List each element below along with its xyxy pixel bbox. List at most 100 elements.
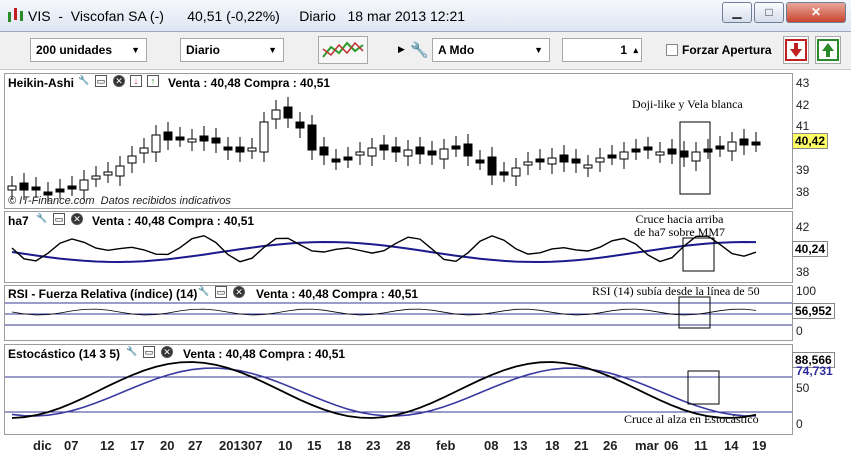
time-axis-label: 27: [188, 438, 203, 453]
time-axis-label: mar: [635, 438, 659, 453]
heikin-ashi-title: Heikin-Ashi: [8, 76, 75, 90]
candle-body: [103, 171, 113, 176]
time-axis-label: 10: [278, 438, 293, 453]
candle-body: [595, 157, 605, 163]
candle-body: [715, 145, 725, 150]
time-axis-label: 26: [603, 438, 618, 453]
candle-body: [235, 146, 245, 153]
candle-body: [547, 157, 557, 165]
candle-body: [751, 141, 761, 146]
time-axis-label: 2013: [219, 438, 248, 453]
heikin-last-price: 40,42: [792, 133, 829, 149]
stochastic-last-value-2: 74,731: [796, 364, 833, 378]
candle-body: [367, 147, 377, 157]
sell-small-icon[interactable]: ↓: [130, 75, 142, 87]
wrench-icon[interactable]: 🔧: [36, 213, 48, 225]
time-axis-label: 14: [724, 438, 739, 453]
time-axis-label: 07: [248, 438, 263, 453]
heikin-axis-41: 41: [796, 119, 810, 133]
candle-body: [727, 141, 737, 152]
candle-body: [571, 158, 581, 164]
close-circle-icon[interactable]: ✕: [161, 346, 173, 358]
time-axis-label: 23: [366, 438, 381, 453]
rsi-last-value: 56,952: [792, 303, 835, 319]
candle-body: [415, 146, 425, 155]
stochastic-axis-50: 50: [796, 381, 810, 395]
candle-body: [91, 175, 101, 180]
window-icon[interactable]: ▭: [215, 286, 227, 298]
candle-body: [631, 148, 641, 153]
time-axis-label: 20: [160, 438, 175, 453]
heikin-axis-43: 43: [796, 76, 810, 90]
candle-body: [199, 135, 209, 142]
candle-body: [643, 146, 653, 151]
time-axis-label: 28: [396, 438, 411, 453]
stochastic-annotation: Cruce al alza en Estocástico: [624, 412, 759, 426]
candle-body: [475, 159, 485, 164]
time-axis-label: 21: [574, 438, 589, 453]
candle-body: [319, 146, 329, 156]
doji-annotation: Doji-like y Vela blanca: [632, 97, 743, 111]
candle-body: [583, 164, 593, 169]
candle-body: [55, 188, 65, 193]
candle-body: [331, 158, 341, 163]
window-icon[interactable]: ▭: [143, 346, 155, 358]
close-circle-icon[interactable]: ✕: [233, 286, 245, 298]
time-axis-label: dic: [33, 438, 52, 453]
heikin-axis-39: 39: [796, 163, 810, 177]
candle-body: [271, 109, 281, 120]
candle-body: [667, 148, 677, 155]
time-axis-label: feb: [436, 438, 456, 453]
candle-body: [439, 148, 449, 160]
time-axis-label: 06: [664, 438, 679, 453]
wrench-icon[interactable]: 🔧: [78, 75, 90, 87]
candle-body: [163, 131, 173, 141]
ha7-last-value: 40,24: [792, 241, 829, 257]
candle-body: [223, 146, 233, 151]
close-circle-icon[interactable]: ✕: [113, 75, 125, 87]
ha7-axis-38: 38: [796, 265, 810, 279]
heikin-axis-42: 42: [796, 98, 810, 112]
wrench-icon[interactable]: 🔧: [198, 286, 210, 298]
candle-body: [31, 186, 41, 191]
close-circle-icon[interactable]: ✕: [71, 213, 83, 225]
rsi-annotation: RSI (14) subía desde la línea de 50: [592, 284, 760, 298]
candle-body: [487, 156, 497, 176]
candle-body: [379, 144, 389, 151]
candle-body: [655, 151, 665, 156]
candle-body: [679, 150, 689, 158]
candle-body: [175, 136, 185, 141]
wrench-icon[interactable]: 🔧: [126, 346, 138, 358]
stochastic-title: Estocástico (14 3 5): [8, 347, 121, 361]
rsi-axis-100: 100: [796, 284, 817, 298]
ha7-quote: Venta : 40,48 Compra : 40,51: [92, 214, 255, 228]
time-axis-label: 08: [484, 438, 499, 453]
rsi-quote: Venta : 40,48 Compra : 40,51: [256, 287, 419, 301]
heikin-axis-38: 38: [796, 185, 810, 199]
candle-body: [247, 147, 257, 152]
candle-body: [67, 185, 77, 190]
candle-body: [619, 151, 629, 160]
candle-body: [115, 165, 125, 177]
candle-body: [511, 167, 521, 177]
candle-body: [79, 179, 89, 191]
highlight-box: [687, 370, 720, 405]
candle-body: [355, 151, 365, 156]
candle-body: [523, 161, 533, 166]
buy-small-icon[interactable]: ↑: [147, 75, 159, 87]
candle-body: [307, 124, 317, 151]
window-icon[interactable]: ▭: [95, 75, 107, 87]
time-axis-label: 11: [694, 438, 708, 453]
candle-body: [139, 147, 149, 154]
window-icon[interactable]: ▭: [53, 213, 65, 225]
candle-body: [7, 185, 17, 191]
time-axis-label: 17: [130, 438, 145, 453]
time-axis-label: 13: [513, 438, 528, 453]
time-axis-label: 12: [100, 438, 115, 453]
candle-body: [127, 155, 137, 164]
candle-body: [19, 182, 29, 191]
candle-body: [343, 156, 353, 161]
candle-body: [259, 121, 269, 153]
candle-body: [295, 121, 305, 129]
candle-body: [151, 134, 161, 153]
